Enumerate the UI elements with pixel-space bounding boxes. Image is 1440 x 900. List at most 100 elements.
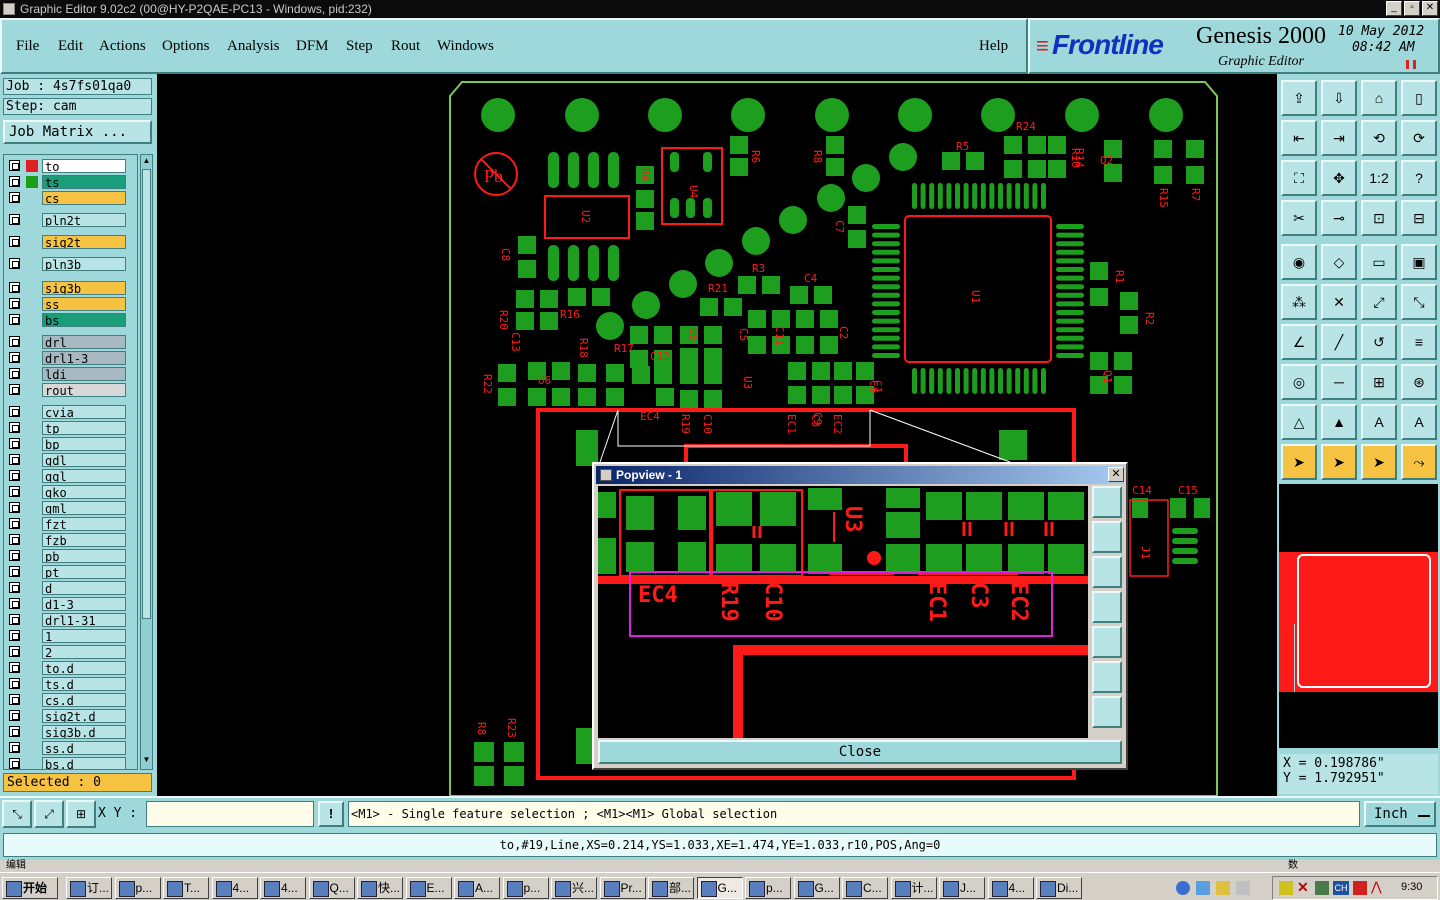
- taskbar-item[interactable]: p...: [114, 877, 161, 899]
- popview-zoom-in-icon[interactable]: [1092, 661, 1122, 693]
- layer-row[interactable]: 1: [6, 629, 126, 643]
- layer-checkbox[interactable]: [9, 192, 20, 203]
- layer-name[interactable]: tp: [42, 421, 126, 435]
- layer-row[interactable]: pt: [6, 565, 126, 579]
- slot-icon[interactable]: ─: [1321, 364, 1357, 400]
- layer-row[interactable]: to.d: [6, 661, 126, 675]
- layer-name[interactable]: bs.d: [42, 757, 126, 769]
- layer-name[interactable]: fzt: [42, 517, 126, 531]
- layer-checkbox[interactable]: [9, 352, 20, 363]
- layer-row[interactable]: ggl: [6, 469, 126, 483]
- layer-checkbox[interactable]: [9, 758, 20, 769]
- layer-name[interactable]: sig3b.d: [42, 725, 126, 739]
- alert-icon[interactable]: !: [318, 801, 344, 827]
- layer-checkbox[interactable]: [9, 486, 20, 497]
- taskbar-item[interactable]: Di...: [1036, 877, 1082, 899]
- layer-name[interactable]: pln3b: [42, 257, 126, 271]
- angle-icon[interactable]: ∠: [1281, 324, 1317, 360]
- pan-down-icon[interactable]: ⇩: [1321, 80, 1357, 116]
- layer-checkbox[interactable]: [9, 566, 20, 577]
- layer-row[interactable]: tp: [6, 421, 126, 435]
- tray-pen-icon[interactable]: [1279, 881, 1293, 895]
- taskbar-item[interactable]: 兴...: [551, 877, 597, 899]
- layer-checkbox[interactable]: [9, 582, 20, 593]
- delete-icon[interactable]: ✕: [1321, 284, 1357, 320]
- layer-checkbox[interactable]: [9, 454, 20, 465]
- desktop-icon[interactable]: [1236, 881, 1250, 895]
- layer-name[interactable]: drl: [42, 335, 126, 349]
- layer-row[interactable]: cvia: [6, 405, 126, 419]
- undo-icon[interactable]: ⟲: [1361, 120, 1397, 156]
- layer-row[interactable]: to: [6, 159, 126, 173]
- layer-name[interactable]: fzb: [42, 533, 126, 547]
- taskbar-item[interactable]: C...: [842, 877, 888, 899]
- layer-name[interactable]: drl1-31: [42, 613, 126, 627]
- layer-checkbox[interactable]: [9, 314, 20, 325]
- connect-icon[interactable]: ⊸: [1321, 200, 1357, 236]
- layer-name[interactable]: gdl: [42, 453, 126, 467]
- triangle-fill-icon[interactable]: ▲: [1321, 404, 1357, 440]
- popview-pan-up-icon[interactable]: [1092, 521, 1122, 553]
- grid-icon[interactable]: ⊞: [66, 800, 96, 828]
- taskbar-item[interactable]: 4...: [260, 877, 306, 899]
- layer-name[interactable]: gml: [42, 501, 126, 515]
- menu-edit[interactable]: Edit: [58, 38, 83, 55]
- scroll-down-icon[interactable]: ▼: [142, 755, 151, 765]
- layer-checkbox[interactable]: [9, 470, 20, 481]
- layer-checkbox[interactable]: [9, 534, 20, 545]
- taskbar-item[interactable]: p...: [502, 877, 549, 899]
- layer-row[interactable]: cs: [6, 191, 126, 205]
- layer-name[interactable]: ss.d: [42, 741, 126, 755]
- menu-dfm[interactable]: DFM: [296, 38, 329, 55]
- layer-name[interactable]: sig2t.d: [42, 709, 126, 723]
- layer-row[interactable]: gko: [6, 485, 126, 499]
- grid-snap-icon[interactable]: ⊞: [1361, 364, 1397, 400]
- layer-name[interactable]: drl1-3: [42, 351, 126, 365]
- explorer-icon[interactable]: [1216, 881, 1230, 895]
- layer-checkbox[interactable]: [9, 336, 20, 347]
- layer-checkbox[interactable]: [9, 422, 20, 433]
- layer-row[interactable]: drl: [6, 335, 126, 349]
- feature-icon[interactable]: ⊛: [1401, 364, 1437, 400]
- layer-row[interactable]: ss: [6, 297, 126, 311]
- pointer-alt-icon[interactable]: ➤: [1321, 444, 1357, 480]
- layer-checkbox[interactable]: [9, 518, 20, 529]
- taskbar-item[interactable]: 4...: [211, 877, 258, 899]
- layer-row[interactable]: bs.d: [6, 757, 126, 769]
- taskbar-item[interactable]: A...: [454, 877, 500, 899]
- fit-icon[interactable]: ⛶: [1281, 160, 1317, 196]
- text-icon[interactable]: ≡: [1401, 324, 1437, 360]
- layer-name[interactable]: 1: [42, 629, 126, 643]
- popview-canvas[interactable]: EC4 R19 C10 U3 EC1 C3 EC2: [598, 486, 1088, 738]
- layer-name[interactable]: to: [42, 159, 126, 173]
- snap-icon[interactable]: ⤡: [2, 800, 32, 828]
- taskbar-item[interactable]: T...: [163, 877, 209, 899]
- taskbar-item[interactable]: 订...: [66, 877, 112, 899]
- job-matrix-button[interactable]: Job Matrix ...: [3, 120, 152, 144]
- layer-name[interactable]: sig2t: [42, 235, 126, 249]
- layer-row[interactable]: drl1-3: [6, 351, 126, 365]
- layer-name[interactable]: ss: [42, 297, 126, 311]
- xy-input[interactable]: [146, 801, 314, 827]
- layer-row[interactable]: gdl: [6, 453, 126, 467]
- popview-fit-icon[interactable]: [1092, 696, 1122, 728]
- popview-pan-down-icon[interactable]: [1092, 556, 1122, 588]
- layer-row[interactable]: gml: [6, 501, 126, 515]
- popview-pan-left-icon[interactable]: [1092, 591, 1122, 623]
- layer-name[interactable]: ggl: [42, 469, 126, 483]
- layer-checkbox[interactable]: [9, 298, 20, 309]
- layer-checkbox[interactable]: [9, 368, 20, 379]
- layer-checkbox[interactable]: [9, 384, 20, 395]
- layer-checkbox[interactable]: [9, 160, 20, 171]
- layer-icon[interactable]: ⊡: [1361, 200, 1397, 236]
- line-icon[interactable]: ╱: [1321, 324, 1357, 360]
- cut-icon[interactable]: ✂: [1281, 200, 1317, 236]
- layer-row[interactable]: bs: [6, 313, 126, 327]
- menu-file[interactable]: File: [16, 38, 39, 55]
- taskbar-item[interactable]: G...: [696, 877, 743, 899]
- arc-icon[interactable]: ↺: [1361, 324, 1397, 360]
- net-icon[interactable]: ⁂: [1281, 284, 1317, 320]
- overview-map[interactable]: [1279, 484, 1438, 748]
- maximize-button[interactable]: ▫: [1404, 1, 1420, 16]
- layer-name[interactable]: cvia: [42, 405, 126, 419]
